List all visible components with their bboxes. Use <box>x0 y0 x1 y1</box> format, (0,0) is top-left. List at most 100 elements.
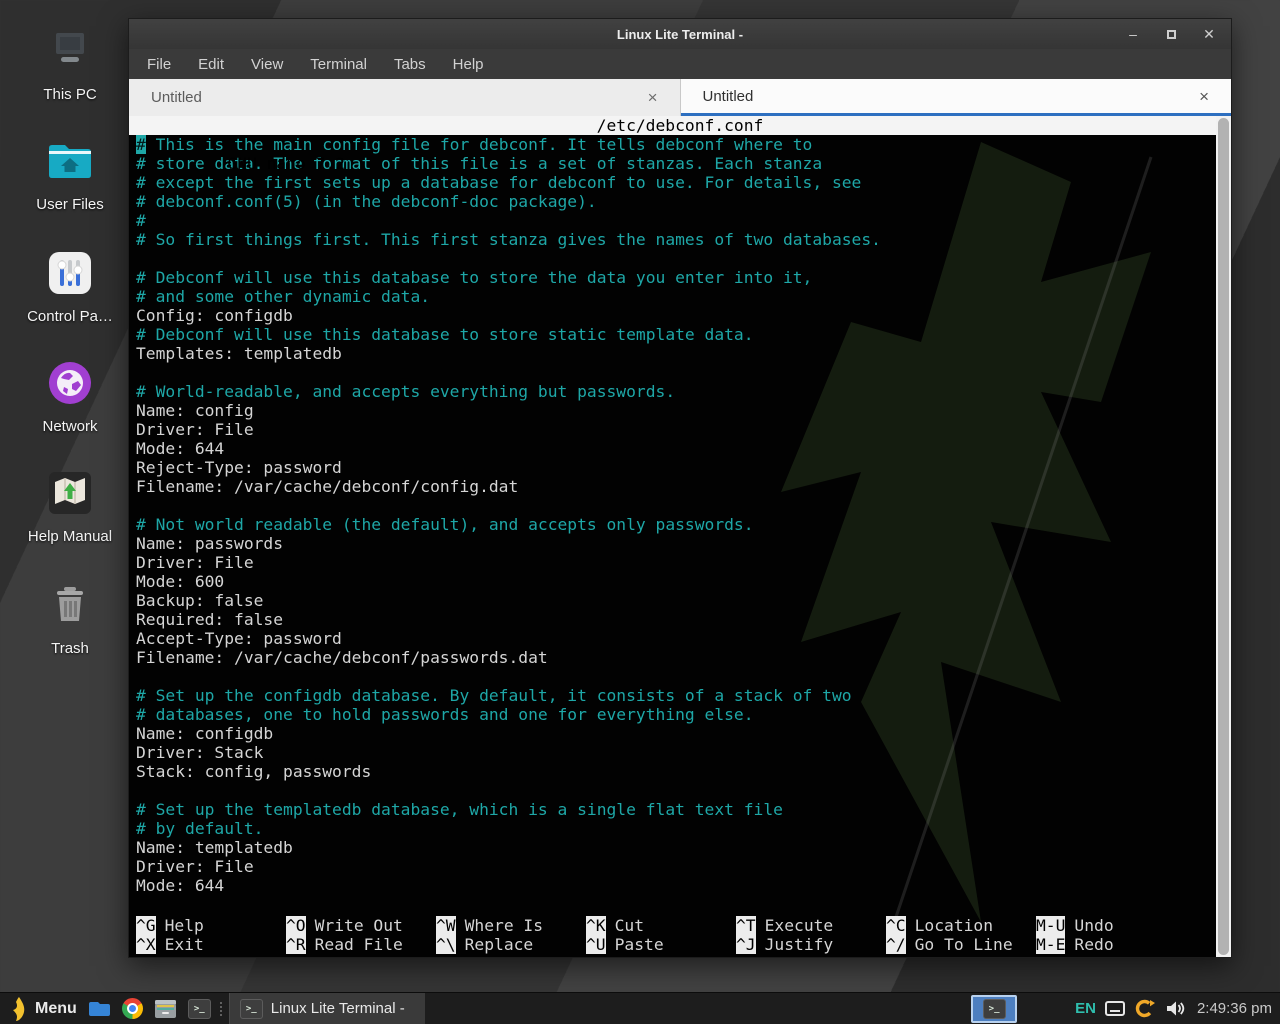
desktop-icon-trash[interactable]: Trash <box>14 580 126 657</box>
editor-line <box>136 667 1231 686</box>
editor-line: Name: configdb <box>136 724 1231 743</box>
shortcut-go-to-line: ^/Go To Line <box>886 935 1036 954</box>
nano-filename: /etc/debconf.conf <box>129 116 1231 135</box>
terminal-launcher-icon[interactable]: >_ <box>188 999 211 1019</box>
editor-line: Filename: /var/cache/debconf/passwords.d… <box>136 648 1231 667</box>
editor-line: Mode: 600 <box>136 572 1231 591</box>
task-button-label: Linux Lite Terminal - <box>271 1000 405 1017</box>
update-notifier-icon[interactable] <box>1134 998 1155 1019</box>
menu-view[interactable]: View <box>251 56 283 73</box>
editor-line: # Debconf will use this database to stor… <box>136 268 1231 287</box>
editor-line <box>136 249 1231 268</box>
desktop-icon-help-manual[interactable]: Help Manual <box>14 468 126 545</box>
editor-line: # So first things first. This first stan… <box>136 230 1231 249</box>
close-button[interactable]: ✕ <box>1201 26 1217 42</box>
shortcut-paste: ^UPaste <box>586 935 736 954</box>
linux-lite-logo-icon[interactable] <box>9 996 27 1022</box>
editor-line: # Set up the templatedb database, which … <box>136 800 1231 819</box>
window-title: Linux Lite Terminal - <box>129 27 1231 42</box>
editor-line: Driver: File <box>136 553 1231 572</box>
shortcut-cut: ^KCut <box>586 916 736 935</box>
globe-icon <box>14 358 126 408</box>
desktop-icon-control-panel[interactable]: Control Pa… <box>14 248 126 325</box>
editor-line: Backup: false <box>136 591 1231 610</box>
scrollbar-thumb[interactable] <box>1218 118 1229 955</box>
editor-line: Config: configdb <box>136 306 1231 325</box>
shortcut-undo: M-UUndo <box>1036 916 1186 935</box>
shortcut-write-out: ^OWrite Out <box>286 916 436 935</box>
desktop-icon-label: User Files <box>14 196 126 213</box>
editor-line: Templates: templatedb <box>136 344 1231 363</box>
home-folder-icon <box>14 136 126 186</box>
file-manager-places-icon[interactable] <box>88 1000 111 1018</box>
keyboard-layout-icon[interactable] <box>1105 1001 1125 1016</box>
language-indicator[interactable]: EN <box>1075 1000 1096 1017</box>
desktop-icon-network[interactable]: Network <box>14 358 126 435</box>
editor-line: Name: config <box>136 401 1231 420</box>
editor-line: Required: false <box>136 610 1231 629</box>
nano-version: GNU nano 7.2 <box>207 154 345 173</box>
editor-line: # World-readable, and accepts everything… <box>136 382 1231 401</box>
editor-line <box>136 496 1231 515</box>
minimize-button[interactable]: – <box>1125 26 1141 42</box>
menu-terminal[interactable]: Terminal <box>310 56 367 73</box>
shortcut-execute: ^TExecute <box>736 916 886 935</box>
editor-line <box>136 781 1231 800</box>
sliders-icon <box>14 248 126 298</box>
maximize-button[interactable] <box>1163 26 1179 42</box>
menu-file[interactable]: File <box>147 56 171 73</box>
task-button-terminal[interactable]: >_ Linux Lite Terminal - <box>229 993 425 1024</box>
editor-line <box>136 363 1231 382</box>
desktop-icon-user-files[interactable]: User Files <box>14 136 126 213</box>
editor-line: Driver: File <box>136 857 1231 876</box>
computer-icon <box>14 26 126 76</box>
terminal-window: Linux Lite Terminal - – ✕ File Edit View Te… <box>128 18 1232 958</box>
editor-lines: # This is the main config file for debco… <box>129 135 1231 895</box>
menu-button[interactable]: Menu <box>35 1000 77 1018</box>
menu-help[interactable]: Help <box>453 56 484 73</box>
tab-close-icon[interactable]: × <box>1199 89 1209 104</box>
editor-line: # except the first sets up a database fo… <box>136 173 1231 192</box>
editor-line: # debconf.conf(5) (in the debconf-doc pa… <box>136 192 1231 211</box>
menu-edit[interactable]: Edit <box>198 56 224 73</box>
desktop-icon-label: Trash <box>14 640 126 657</box>
editor-line: Driver: Stack <box>136 743 1231 762</box>
desktop-icon-this-pc[interactable]: This PC <box>14 26 126 103</box>
tab-untitled-2[interactable]: Untitled × <box>681 79 1232 116</box>
shortcut-exit: ^XExit <box>136 935 286 954</box>
taskbar: Menu >_ >_ Linux Lite Terminal - >_ EN <box>0 992 1280 1024</box>
tab-bar: Untitled × Untitled × <box>129 79 1231 116</box>
nano-shortcut-bar: ^GHelp^OWrite Out^WWhere Is^KCut^TExecut… <box>136 916 1211 954</box>
editor-line: Name: templatedb <box>136 838 1231 857</box>
tab-label: Untitled <box>703 88 754 105</box>
editor-line: Mode: 644 <box>136 439 1231 458</box>
shortcut-where-is: ^WWhere Is <box>436 916 586 935</box>
volume-icon[interactable] <box>1165 1000 1185 1017</box>
taskbar-separator-handle[interactable] <box>220 1002 222 1016</box>
desktop-icon-label: Network <box>14 418 126 435</box>
manual-icon <box>14 468 126 518</box>
editor-area[interactable]: /etc/debconf.conf GNU nano 7.2 # This is… <box>129 116 1231 957</box>
tab-close-icon[interactable]: × <box>648 90 658 105</box>
chrome-browser-icon[interactable] <box>122 998 143 1019</box>
shortcut-redo: M-ERedo <box>1036 935 1186 954</box>
tab-label: Untitled <box>151 89 202 106</box>
editor-line: Driver: File <box>136 420 1231 439</box>
clock[interactable]: 2:49:36 pm <box>1197 1000 1272 1017</box>
scrollbar-track[interactable] <box>1216 116 1231 957</box>
editor-line: Name: passwords <box>136 534 1231 553</box>
editor-line: # by default. <box>136 819 1231 838</box>
desktop-icon-label: Control Pa… <box>14 308 126 325</box>
trash-icon <box>14 580 126 630</box>
tab-untitled-1[interactable]: Untitled × <box>129 79 681 116</box>
shortcut-justify: ^JJustify <box>736 935 886 954</box>
menu-bar: File Edit View Terminal Tabs Help <box>129 49 1231 79</box>
title-bar[interactable]: Linux Lite Terminal - – ✕ <box>129 19 1231 49</box>
editor-line: # Debconf will use this database to stor… <box>136 325 1231 344</box>
menu-tabs[interactable]: Tabs <box>394 56 426 73</box>
archive-manager-icon[interactable] <box>154 999 177 1019</box>
tray-terminal-icon[interactable]: >_ <box>971 995 1017 1023</box>
editor-line: # This is the main config file for debco… <box>136 135 1231 154</box>
editor-line: Filename: /var/cache/debconf/config.dat <box>136 477 1231 496</box>
editor-line: # Not world readable (the default), and … <box>136 515 1231 534</box>
